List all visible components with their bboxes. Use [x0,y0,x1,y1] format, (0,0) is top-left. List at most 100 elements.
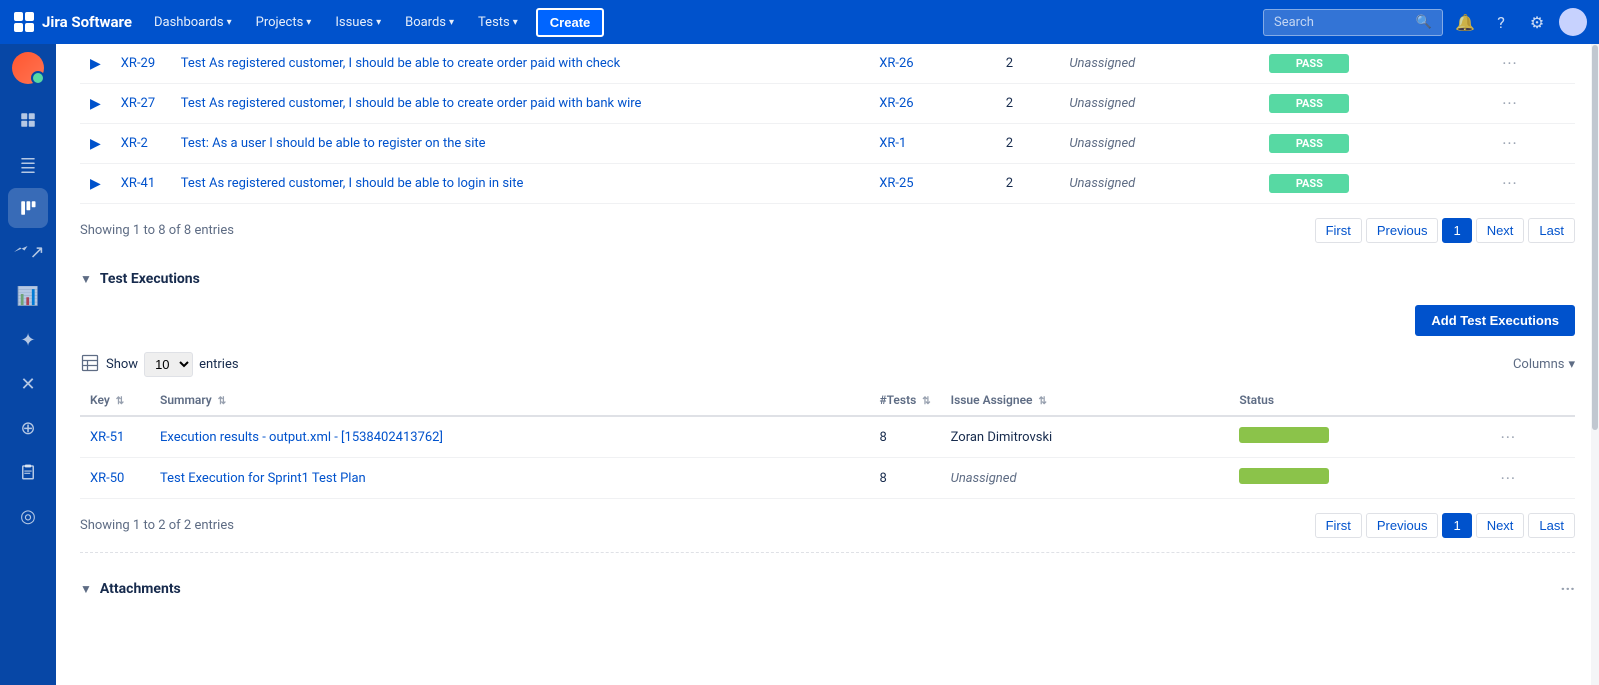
test-executions-section-header[interactable]: ▼ Test Executions [80,257,1575,297]
sidebar-avatar[interactable] [12,52,44,84]
row-key[interactable]: XR-2 [121,136,148,151]
sidebar-item-releases[interactable]: 📊 [8,276,48,316]
top-last-button[interactable]: Last [1528,218,1575,243]
search-icon: 🔍 [1416,15,1432,30]
attachments-more-icon[interactable]: ··· [1561,579,1575,598]
settings-icon[interactable]: ⚙ [1523,8,1551,36]
exec-row-summary[interactable]: Test Execution for Sprint1 Test Plan [160,471,366,486]
row-epic[interactable]: XR-25 [879,176,913,191]
exec-first-button[interactable]: First [1315,513,1362,538]
sidebar: ↗ 📊 ✦ ✕ ⊕ ◎ [0,44,56,685]
attachments-section-header[interactable]: ▼ Attachments ··· [80,565,1575,608]
test-executions-table: Key ⇅ Summary ⇅ #Tests ⇅ Issue Assignee … [80,385,1575,499]
sidebar-item-xray[interactable]: ✕ [8,364,48,404]
top-table-footer: Showing 1 to 8 of 8 entries First Previo… [80,204,1575,257]
entries-left: Show 10 25 50 entries [80,352,239,377]
sort-icon: ⇅ [116,396,124,407]
entries-select[interactable]: 10 25 50 [144,352,193,377]
row-assignee: Unassigned [1059,164,1259,204]
row-key[interactable]: XR-29 [121,56,155,71]
row-epic[interactable]: XR-26 [879,56,913,71]
nav-issues[interactable]: Issues ▾ [325,9,391,36]
play-icon[interactable]: ▶ [90,136,101,152]
scrollbar-thumb[interactable] [1592,45,1598,430]
columns-label: Columns [1513,357,1565,372]
chevron-down-icon: ▾ [306,17,311,28]
exec-row-key[interactable]: XR-50 [90,471,124,486]
top-previous-button[interactable]: Previous [1366,218,1439,243]
row-summary[interactable]: Test: As a user I should be able to regi… [181,136,486,151]
exec-page-1-button[interactable]: 1 [1442,513,1471,538]
row-key[interactable]: XR-27 [121,96,155,111]
sidebar-item-circle[interactable]: ◎ [8,496,48,536]
exec-row-summary[interactable]: Execution results - output.xml - [153840… [160,430,443,445]
main-content: ▶ XR-29 Test As registered customer, I s… [56,44,1599,685]
nav-projects[interactable]: Projects ▾ [246,9,322,36]
table-row: ▶ XR-41 Test As registered customer, I s… [80,164,1575,204]
col-assignee-header: Issue Assignee ⇅ [941,385,1230,416]
exec-row-key[interactable]: XR-51 [90,430,124,445]
topnav-right: Search 🔍 🔔 ? ⚙ [1263,8,1587,36]
table-row: XR-51 Execution results - output.xml - [… [80,416,1575,458]
exec-last-button[interactable]: Last [1528,513,1575,538]
row-epic[interactable]: XR-1 [879,136,906,151]
exec-more-options-icon[interactable]: ··· [1501,469,1517,488]
section-collapse-icon: ▼ [80,272,92,286]
top-page-1-button[interactable]: 1 [1442,218,1471,243]
add-test-executions-button[interactable]: Add Test Executions [1415,305,1575,336]
row-assignee: Unassigned [1059,44,1259,84]
sidebar-item-plugins[interactable]: ✦ [8,320,48,360]
row-epic[interactable]: XR-26 [879,96,913,111]
top-table-pagination: First Previous 1 Next Last [1315,210,1575,251]
sort-icon: ⇅ [218,396,226,407]
sidebar-item-clipboard[interactable] [8,452,48,492]
play-icon[interactable]: ▶ [90,56,101,72]
more-options-icon[interactable]: ··· [1502,94,1518,113]
sidebar-item-home[interactable] [8,100,48,140]
play-icon[interactable]: ▶ [90,96,101,112]
exec-previous-button[interactable]: Previous [1366,513,1439,538]
sidebar-item-backlog[interactable] [8,144,48,184]
row-summary[interactable]: Test As registered customer, I should be… [181,56,620,71]
nav-tests[interactable]: Tests ▾ [468,9,528,36]
top-first-button[interactable]: First [1315,218,1362,243]
top-navigation: Jira Software Dashboards ▾ Projects ▾ Is… [0,0,1599,44]
more-options-icon[interactable]: ··· [1502,54,1518,73]
chevron-down-icon: ▾ [513,17,518,28]
sidebar-item-reports[interactable]: ↗ [8,232,48,272]
scrollbar[interactable] [1591,44,1599,685]
sidebar-item-layers[interactable]: ⊕ [8,408,48,448]
nav-boards[interactable]: Boards ▾ [395,9,464,36]
user-avatar[interactable] [1559,8,1587,36]
sidebar-item-board[interactable] [8,188,48,228]
search-placeholder: Search [1274,15,1314,30]
create-button[interactable]: Create [536,8,604,37]
table-row: XR-50 Test Execution for Sprint1 Test Pl… [80,458,1575,499]
more-options-icon[interactable]: ··· [1502,134,1518,153]
nav-dashboards[interactable]: Dashboards ▾ [144,9,242,36]
help-icon[interactable]: ? [1487,8,1515,36]
exec-more-options-icon[interactable]: ··· [1501,428,1517,447]
test-executions-title: Test Executions [100,271,200,287]
top-next-button[interactable]: Next [1476,218,1525,243]
tests-table-top: ▶ XR-29 Test As registered customer, I s… [80,44,1575,204]
entries-label: entries [199,357,239,372]
notifications-icon[interactable]: 🔔 [1451,8,1479,36]
sort-icon: ⇅ [1038,396,1046,407]
col-tests-header: #Tests ⇅ [869,385,940,416]
row-key[interactable]: XR-41 [121,176,155,191]
exec-next-button[interactable]: Next [1476,513,1525,538]
table-row: ▶ XR-27 Test As registered customer, I s… [80,84,1575,124]
row-summary[interactable]: Test As registered customer, I should be… [181,176,524,191]
row-summary[interactable]: Test As registered customer, I should be… [181,96,642,111]
more-options-icon[interactable]: ··· [1502,174,1518,193]
status-badge: PASS [1269,174,1349,193]
columns-button[interactable]: Columns ▾ [1513,357,1575,372]
play-icon[interactable]: ▶ [90,176,101,192]
logo[interactable]: Jira Software [12,10,132,34]
chevron-down-icon: ▾ [227,17,232,28]
search-box[interactable]: Search 🔍 [1263,9,1443,36]
sort-icon: ⇅ [922,396,930,407]
table-row: ▶ XR-2 Test: As a user I should be able … [80,124,1575,164]
attachments-title: Attachments [100,581,181,597]
